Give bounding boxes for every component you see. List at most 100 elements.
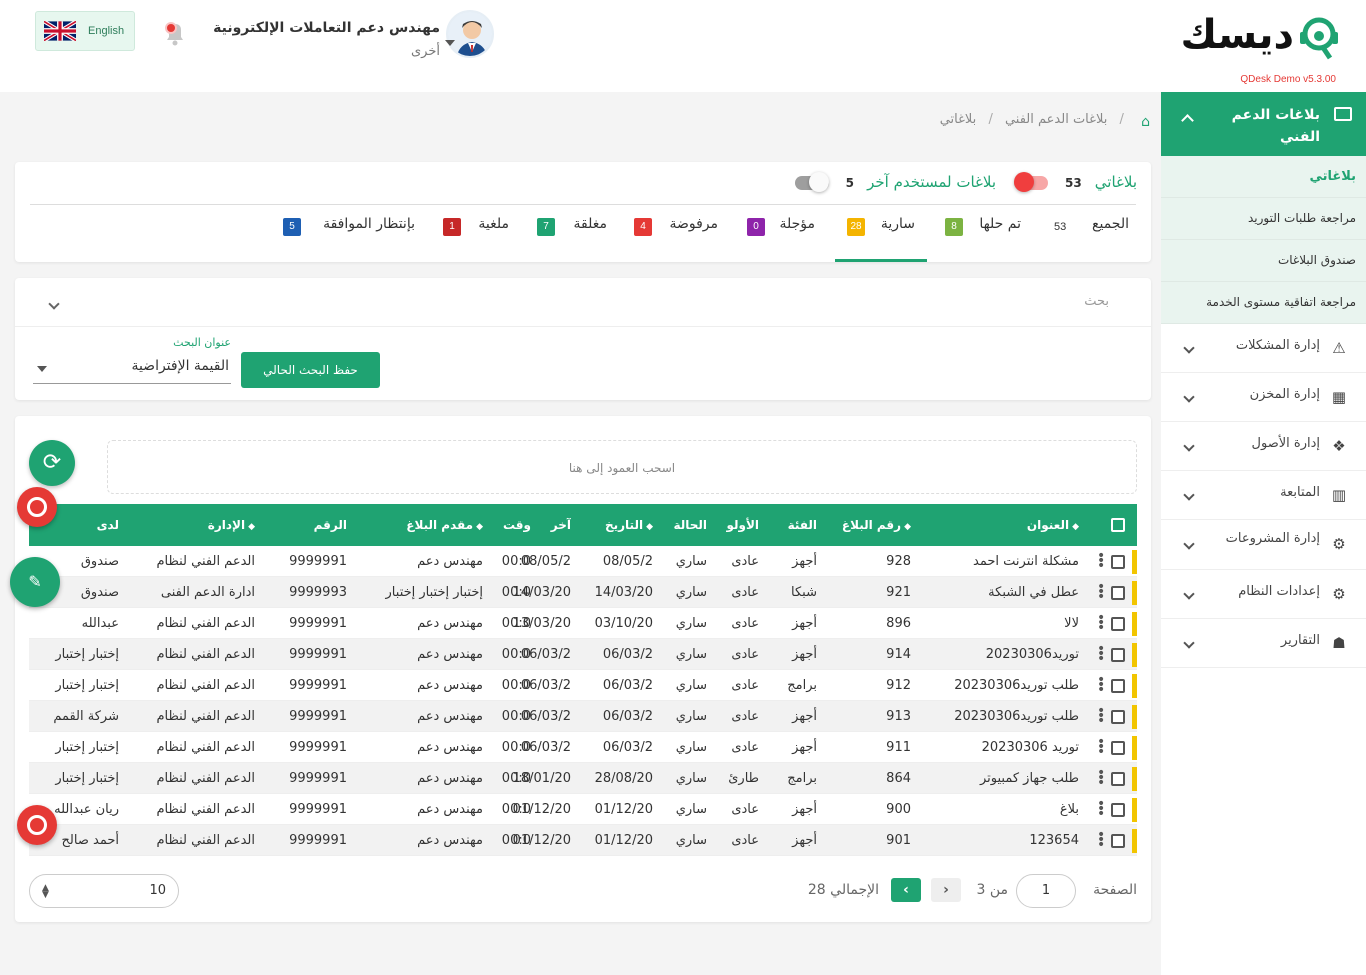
tab-rejected[interactable]: مرفوضة 4: [634, 214, 718, 262]
tab-pending-approval[interactable]: بإنتظار الموافقة 5: [283, 214, 415, 262]
tab-resolved[interactable]: تم حلها 8: [945, 214, 1021, 262]
row-checkbox[interactable]: [1111, 834, 1125, 848]
row-actions-icon[interactable]: • • •: [1097, 766, 1105, 790]
next-page-button[interactable]: ‹: [891, 878, 921, 902]
column-header-ref[interactable]: الرقم: [287, 504, 347, 546]
refresh-button[interactable]: ⟳: [29, 440, 75, 486]
row-checkbox[interactable]: [1111, 648, 1125, 662]
saved-search-select[interactable]: القيمة الإفتراضية: [33, 354, 231, 384]
table-row[interactable]: • • • لالا 896 أجهز عادى ساري 03/10/20 13/03/20 00…: [29, 608, 1137, 639]
column-header-submitter[interactable]: ◆مقدم البلاغ: [383, 504, 483, 546]
row-actions-icon[interactable]: • • •: [1097, 580, 1105, 604]
search-panel-title[interactable]: بحث: [1084, 294, 1109, 309]
row-checkbox[interactable]: [1111, 772, 1125, 786]
row-checkbox[interactable]: [1111, 555, 1125, 569]
cell-category: أجهز: [792, 740, 817, 755]
row-checkbox[interactable]: [1111, 679, 1125, 693]
user-role: أخرى: [411, 44, 440, 59]
column-header-priority[interactable]: الأولو: [714, 504, 759, 546]
table-row[interactable]: • • • توريد 20230306 911 أجهز عادى ساري 06/03/2 0…: [29, 732, 1137, 763]
column-header-title[interactable]: ◆العنوان: [949, 504, 1079, 546]
table-row[interactable]: • • • 123654 901 أجهز عادى ساري 01/12/20 01/12/20…: [29, 825, 1137, 856]
language-switch-button[interactable]: English: [35, 11, 135, 51]
row-actions-icon[interactable]: • • •: [1097, 828, 1105, 852]
row-actions-icon[interactable]: • • •: [1097, 735, 1105, 759]
tab-label: مؤجلة: [779, 216, 815, 232]
row-actions-icon[interactable]: • • •: [1097, 611, 1105, 635]
gears-icon: ⚙: [1332, 585, 1346, 603]
cell-status: ساري: [675, 833, 707, 848]
column-header-number[interactable]: ◆رقم البلاغ: [821, 504, 911, 546]
sidebar-item-warehouse[interactable]: ▦ إدارة المخزن: [1161, 373, 1366, 422]
app-logo[interactable]: ديسك QDesk Demo v5.3.00: [1181, 8, 1352, 85]
sidebar-item-reports[interactable]: ☗ التقارير: [1161, 619, 1366, 668]
tab-active[interactable]: سارية 28: [835, 214, 927, 262]
toggle[interactable]: [794, 171, 829, 192]
select-all-checkbox[interactable]: [1111, 518, 1125, 532]
tab-label: الجميع: [1092, 216, 1129, 232]
user-menu[interactable]: مهندس دعم التعاملات الإلكترونية أخرى: [213, 10, 500, 70]
group-by-drop-zone[interactable]: اسحب العمود إلى هنا: [107, 440, 1137, 494]
row-actions-icon[interactable]: • • •: [1097, 673, 1105, 697]
sidebar-item-my-tickets[interactable]: بلاغاتي: [1161, 156, 1366, 198]
sidebar-item-assets[interactable]: ❖ إدارة الأصول: [1161, 422, 1366, 471]
row-checkbox[interactable]: [1111, 617, 1125, 631]
new-ticket-button[interactable]: ✎: [10, 557, 60, 607]
sidebar-item-settings[interactable]: ⚙ إعدادات النظام: [1161, 570, 1366, 619]
other-user-tickets-switch[interactable]: بلاغات لمستخدم آخر 5: [794, 171, 996, 192]
row-checkbox[interactable]: [1111, 803, 1125, 817]
table-row[interactable]: • • • طلب توريد20230306 913 أجهز عادى ساري 06/03…: [29, 701, 1137, 732]
row-actions-icon[interactable]: • • •: [1097, 797, 1105, 821]
cell-dept: الدعم الفني لنظام: [156, 709, 255, 724]
sidebar-item-monitoring[interactable]: ▥ المتابعة: [1161, 471, 1366, 520]
sidebar-item-sla-review[interactable]: مراجعة اتفاقية مستوى الخدمة: [1161, 282, 1366, 324]
cell-dept: ادارة الدعم الفنى: [160, 585, 255, 600]
sidebar-item-ticket-box[interactable]: صندوق البلاغات: [1161, 240, 1366, 282]
table-row[interactable]: • • • مشكلة انترنت احمد 928 أجهز عادى ساري 08/05…: [29, 546, 1137, 577]
chevron-down-icon[interactable]: [48, 298, 60, 310]
sidebar-section-support[interactable]: بلاغات الدعم الفني: [1161, 92, 1366, 156]
table-row[interactable]: • • • توريد20230306 914 أجهز عادى ساري 06/03/2 06…: [29, 639, 1137, 670]
row-checkbox[interactable]: [1111, 710, 1125, 724]
column-header-dept[interactable]: ◆الإدارة: [185, 504, 255, 546]
page-size-select[interactable]: 10 ▲ ▼: [29, 874, 179, 908]
tab-closed[interactable]: مغلقة 7: [537, 214, 607, 262]
row-actions-icon[interactable]: • • •: [1097, 642, 1105, 666]
column-header-time[interactable]: وقت: [481, 504, 531, 546]
table-header: ◆العنوان ◆رقم البلاغ الفئة الأولو الحالة…: [29, 504, 1137, 546]
save-search-button[interactable]: حفظ البحث الحالي: [241, 352, 380, 388]
notification-bell-icon[interactable]: [158, 16, 192, 50]
home-icon[interactable]: ⌂: [1136, 114, 1150, 130]
row-actions-icon[interactable]: • • •: [1097, 549, 1105, 573]
breadcrumb-item[interactable]: بلاغات الدعم الفني: [1005, 112, 1107, 127]
help-lifebuoy-button[interactable]: [17, 487, 57, 527]
sidebar-item-label: بلاغاتي: [1309, 169, 1356, 184]
sidebar-item-label: إدارة الأصول: [1251, 436, 1320, 451]
my-tickets-switch[interactable]: بلاغاتي 53: [1013, 171, 1137, 192]
chevron-down-icon[interactable]: [445, 40, 455, 46]
row-checkbox[interactable]: [1111, 586, 1125, 600]
table-row[interactable]: • • • بلاغ 900 أجهز عادى ساري 01/12/20 01/12/20 00…: [29, 794, 1137, 825]
table-row[interactable]: • • • عطل في الشبكة 921 شبكا عادى ساري 14/03/20 1…: [29, 577, 1137, 608]
sidebar-item-projects[interactable]: ⚙ إدارة المشروعات: [1161, 520, 1366, 570]
cell-title: توريد 20230306: [981, 740, 1079, 755]
row-checkbox[interactable]: [1111, 741, 1125, 755]
column-header-date[interactable]: ◆التاريخ: [578, 504, 653, 546]
table-row[interactable]: • • • طلب جهاز كمبيوتر 864 برامج طارئ ساري 28/08…: [29, 763, 1137, 794]
help-lifebuoy-button[interactable]: [17, 805, 57, 845]
row-actions-icon[interactable]: • • •: [1097, 704, 1105, 728]
prev-page-button[interactable]: ›: [931, 878, 961, 902]
page-number-input[interactable]: 1: [1016, 874, 1076, 908]
column-header-holder[interactable]: لدى: [69, 504, 119, 546]
column-header-status[interactable]: الحالة: [657, 504, 707, 546]
tab-cancelled[interactable]: ملغية 1: [443, 214, 509, 262]
cell-submitter: مهندس دعم: [417, 740, 483, 755]
sidebar-item-problems[interactable]: ⚠ إدارة المشكلات: [1161, 324, 1366, 373]
tab-all[interactable]: الجميع 53: [1049, 214, 1129, 262]
table-row[interactable]: • • • طلب توريد20230306 912 برامج عادى ساري 06/0…: [29, 670, 1137, 701]
tab-postponed[interactable]: مؤجلة 0: [747, 214, 815, 262]
cell-time: 00:0: [501, 709, 531, 724]
toggle[interactable]: [1013, 171, 1048, 192]
sidebar-item-supply-review[interactable]: مراجعة طلبات التوريد: [1161, 198, 1366, 240]
column-header-category[interactable]: الفئة: [767, 504, 817, 546]
